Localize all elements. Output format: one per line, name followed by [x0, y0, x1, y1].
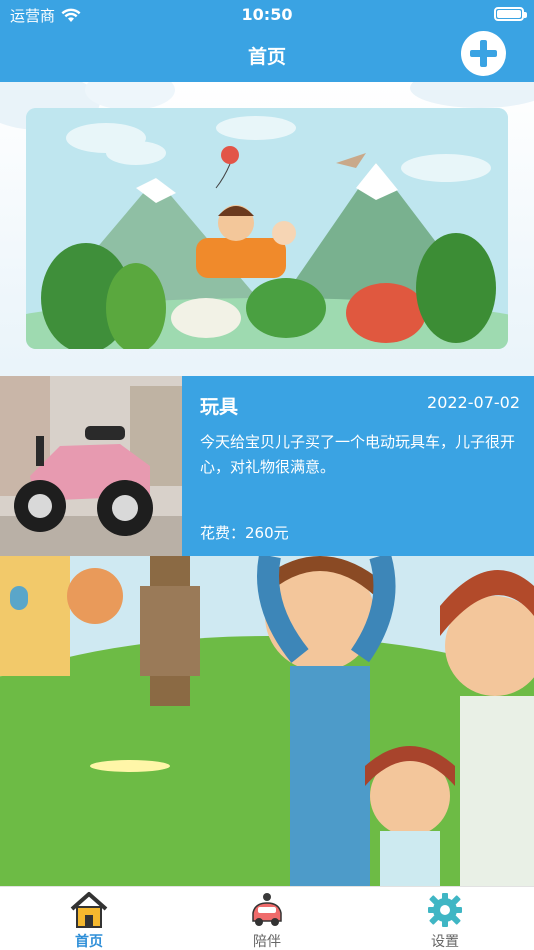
family-playing-illustration	[0, 556, 534, 886]
record-date: 2022-07-02	[427, 393, 520, 412]
tab-home-label: 首页	[75, 934, 103, 950]
record-cost: 花费：260元	[200, 524, 289, 542]
family-picnic-illustration	[26, 108, 508, 349]
family-scene-illustration	[0, 556, 534, 886]
plus-icon	[470, 40, 497, 67]
battery-icon	[494, 7, 527, 21]
tab-settings-label: 设置	[431, 934, 459, 950]
record-photo	[0, 376, 182, 556]
record-description: 今天给宝贝儿子买了一个电动玩具车，儿子很开心，对礼物很满意。	[200, 433, 516, 476]
top-bar: 运营商 10:50 首页	[0, 0, 534, 82]
toy-car-photo	[0, 376, 182, 556]
tab-settings[interactable]: 设置	[385, 891, 505, 950]
add-record-button[interactable]	[461, 31, 506, 76]
home-icon	[70, 892, 108, 928]
record-card[interactable]: 玩具 2022-07-02 今天给宝贝儿子买了一个电动玩具车，儿子很开心，对礼物…	[0, 376, 534, 556]
record-title: 玩具	[200, 396, 239, 418]
tab-companionship-label: 陪伴	[253, 934, 281, 950]
gear-icon	[428, 893, 462, 927]
tab-companionship[interactable]: 陪伴	[207, 891, 327, 950]
banner-image	[26, 108, 508, 349]
clock: 10:50	[241, 5, 293, 24]
tab-home[interactable]: 首页	[29, 891, 149, 950]
record-details: 玩具 2022-07-02 今天给宝贝儿子买了一个电动玩具车，儿子很开心，对礼物…	[182, 376, 534, 556]
car-icon	[252, 893, 282, 926]
tab-bar: 首页 陪伴 设置	[0, 886, 534, 950]
status-bar: 运营商 10:50	[0, 0, 534, 28]
page-title: 首页	[247, 46, 286, 68]
